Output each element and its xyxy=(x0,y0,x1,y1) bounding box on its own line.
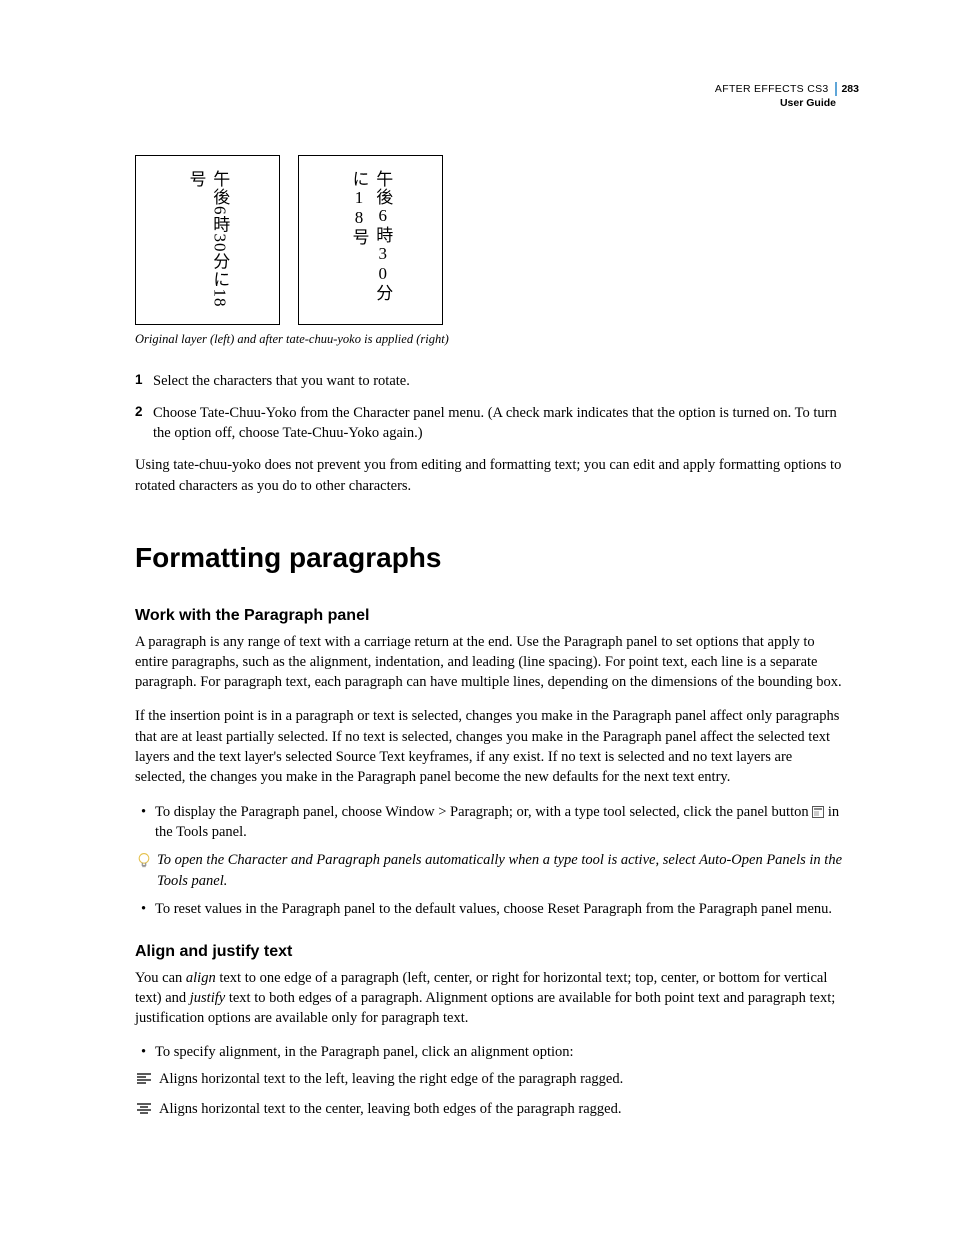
list-item: To display the Paragraph panel, choose W… xyxy=(135,802,844,843)
product-name: AFTER EFFECTS CS3 xyxy=(715,83,829,95)
body-paragraph: Using tate-chuu-yoko does not prevent yo… xyxy=(135,455,844,496)
body-paragraph: You can align text to one edge of a para… xyxy=(135,968,844,1029)
align-center-item: Aligns horizontal text to the center, le… xyxy=(137,1099,844,1121)
align-left-item: Aligns horizontal text to the left, leav… xyxy=(137,1069,844,1091)
figure-row: 午後6時30分に18号 午後6時30分に18号 xyxy=(135,155,844,325)
step-text: Select the characters that you want to r… xyxy=(153,371,410,391)
text-run: text to both edges of a paragraph. Align… xyxy=(135,990,835,1026)
align-description: Aligns horizontal text to the center, le… xyxy=(159,1099,621,1119)
bullet-list: To display the Paragraph panel, choose W… xyxy=(135,802,844,843)
body-paragraph: If the insertion point is in a paragraph… xyxy=(135,706,844,787)
step-text: Choose Tate-Chuu-Yoko from the Character… xyxy=(153,403,844,444)
subsection-heading: Work with the Paragraph panel xyxy=(135,605,844,627)
tip-text: To open the Character and Paragraph pane… xyxy=(157,850,844,891)
align-left-icon xyxy=(137,1069,159,1091)
bullet-list: To specify alignment, in the Paragraph p… xyxy=(135,1042,844,1062)
step-2: 2 Choose Tate-Chuu-Yoko from the Charact… xyxy=(135,403,844,444)
tip-block: To open the Character and Paragraph pane… xyxy=(137,850,844,891)
list-item: To specify alignment, in the Paragraph p… xyxy=(135,1042,844,1062)
subsection-heading: Align and justify text xyxy=(135,941,844,963)
italic-term: justify xyxy=(190,990,225,1006)
step-number: 2 xyxy=(135,403,153,444)
figure-caption: Original layer (left) and after tate-chu… xyxy=(135,331,844,349)
figure-original: 午後6時30分に18号 xyxy=(135,155,280,325)
bullet-list: To reset values in the Paragraph panel t… xyxy=(135,899,844,919)
figure-applied: 午後6時30分に18号 xyxy=(298,155,443,325)
body-paragraph: A paragraph is any range of text with a … xyxy=(135,632,844,693)
step-number: 1 xyxy=(135,371,153,391)
vertical-text-applied: 午後6時30分に18号 xyxy=(347,170,395,310)
panel-button-icon xyxy=(812,804,824,816)
lightbulb-icon xyxy=(137,850,157,891)
step-1: 1 Select the characters that you want to… xyxy=(135,371,844,391)
list-text-part: To display the Paragraph panel, choose W… xyxy=(155,804,812,820)
italic-term: align xyxy=(186,970,216,986)
page-number: 283 xyxy=(835,82,859,96)
align-description: Aligns horizontal text to the left, leav… xyxy=(159,1069,623,1089)
guide-label: User Guide xyxy=(715,96,836,110)
vertical-text-original: 午後6時30分に18号 xyxy=(184,170,232,310)
section-heading: Formatting paragraphs xyxy=(135,538,844,577)
document-page: AFTER EFFECTS CS3 283 User Guide 午後6時30分… xyxy=(0,0,954,1235)
align-center-icon xyxy=(137,1099,159,1121)
page-content: 午後6時30分に18号 午後6時30分に18号 Original layer (… xyxy=(135,155,844,1121)
page-header: AFTER EFFECTS CS3 283 User Guide xyxy=(715,82,859,110)
alignment-option-list: Aligns horizontal text to the left, leav… xyxy=(137,1069,844,1122)
list-item: To reset values in the Paragraph panel t… xyxy=(135,899,844,919)
text-run: You can xyxy=(135,970,186,986)
